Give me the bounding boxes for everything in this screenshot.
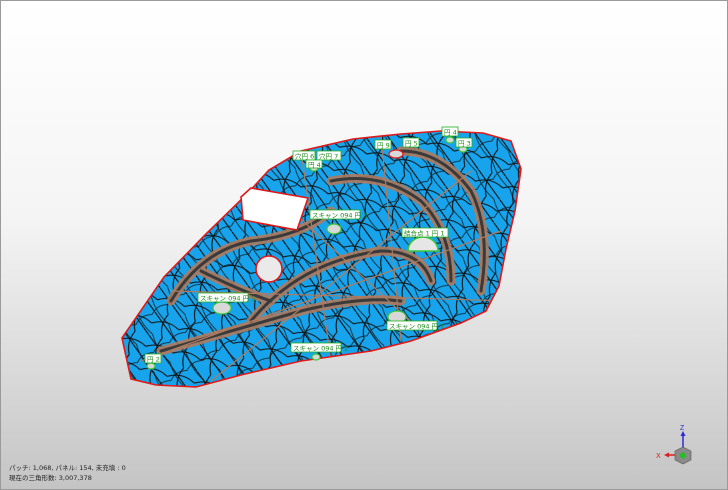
svg-text:穴円 6: 穴円 6 — [295, 152, 314, 161]
x-axis-label: X — [656, 453, 661, 460]
feature-label[interactable]: 円 4 — [305, 159, 323, 169]
svg-text:円 4: 円 4 — [444, 129, 457, 137]
feature-label[interactable]: 穴円 7 — [316, 150, 342, 161]
feature-label[interactable]: 円 4 — [441, 126, 459, 137]
svg-text:スキャン 094 円 3: スキャン 094 円 3 — [312, 212, 367, 220]
svg-text:円 3: 円 3 — [458, 140, 471, 148]
feature-label[interactable]: スキャン 094 円 3 — [309, 209, 367, 220]
feature-label[interactable]: 円 3 — [455, 137, 473, 148]
feature-label[interactable]: スキャン 094 円 5 — [197, 292, 255, 303]
hole-small[interactable] — [388, 149, 404, 159]
round-hole[interactable] — [255, 255, 283, 283]
mesh-scene[interactable]: 穴円 6 穴円 7 円 4 円 9 円 5 円 4 円 3 スキャン 094 円… — [1, 1, 728, 490]
svg-text:スキャン 094 円 1: スキャン 094 円 1 — [389, 323, 444, 331]
feature-label[interactable]: スキャン 094 円 2 — [290, 342, 348, 353]
svg-text:円 5: 円 5 — [405, 140, 418, 148]
feature-label[interactable]: 円 5 — [402, 137, 420, 148]
feature-label[interactable]: 円 9 — [374, 139, 392, 150]
svg-text:スキャン 094 円 5: スキャン 094 円 5 — [200, 295, 255, 303]
z-axis-label: Z — [680, 425, 685, 432]
svg-text:円 9: 円 9 — [377, 142, 390, 150]
svg-text:結合点 1 円 1: 結合点 1 円 1 — [404, 229, 444, 238]
svg-text:スキャン 094 円 2: スキャン 094 円 2 — [293, 345, 348, 353]
svg-text:円 4: 円 4 — [308, 161, 321, 169]
feature-label[interactable]: 結合点 1 円 1 — [401, 227, 449, 238]
triangle-count-text: 現在の三角形数: 3,007,378 — [9, 474, 92, 482]
feature-label[interactable]: 穴円 6 — [292, 150, 316, 161]
3d-viewport[interactable]: 穴円 6 穴円 7 円 4 円 9 円 5 円 4 円 3 スキャン 094 円… — [0, 0, 728, 490]
status-info: パッチ: 1,068, パネル: 154, 未充填 : 0 現在の三角形数: 3… — [9, 463, 126, 483]
feature-label[interactable]: スキャン 094 円 1 — [386, 320, 444, 331]
feature-label[interactable]: 円 2 — [144, 353, 162, 364]
x-axis-arrow — [664, 452, 669, 458]
y-axis-dot — [680, 452, 686, 459]
svg-text:穴円 7: 穴円 7 — [319, 152, 338, 161]
patch-count-text: パッチ: 1,068, パネル: 154, 未充填 : 0 — [9, 464, 126, 472]
axis-triad[interactable]: Z X — [656, 423, 706, 473]
svg-text:円 2: 円 2 — [147, 356, 160, 364]
